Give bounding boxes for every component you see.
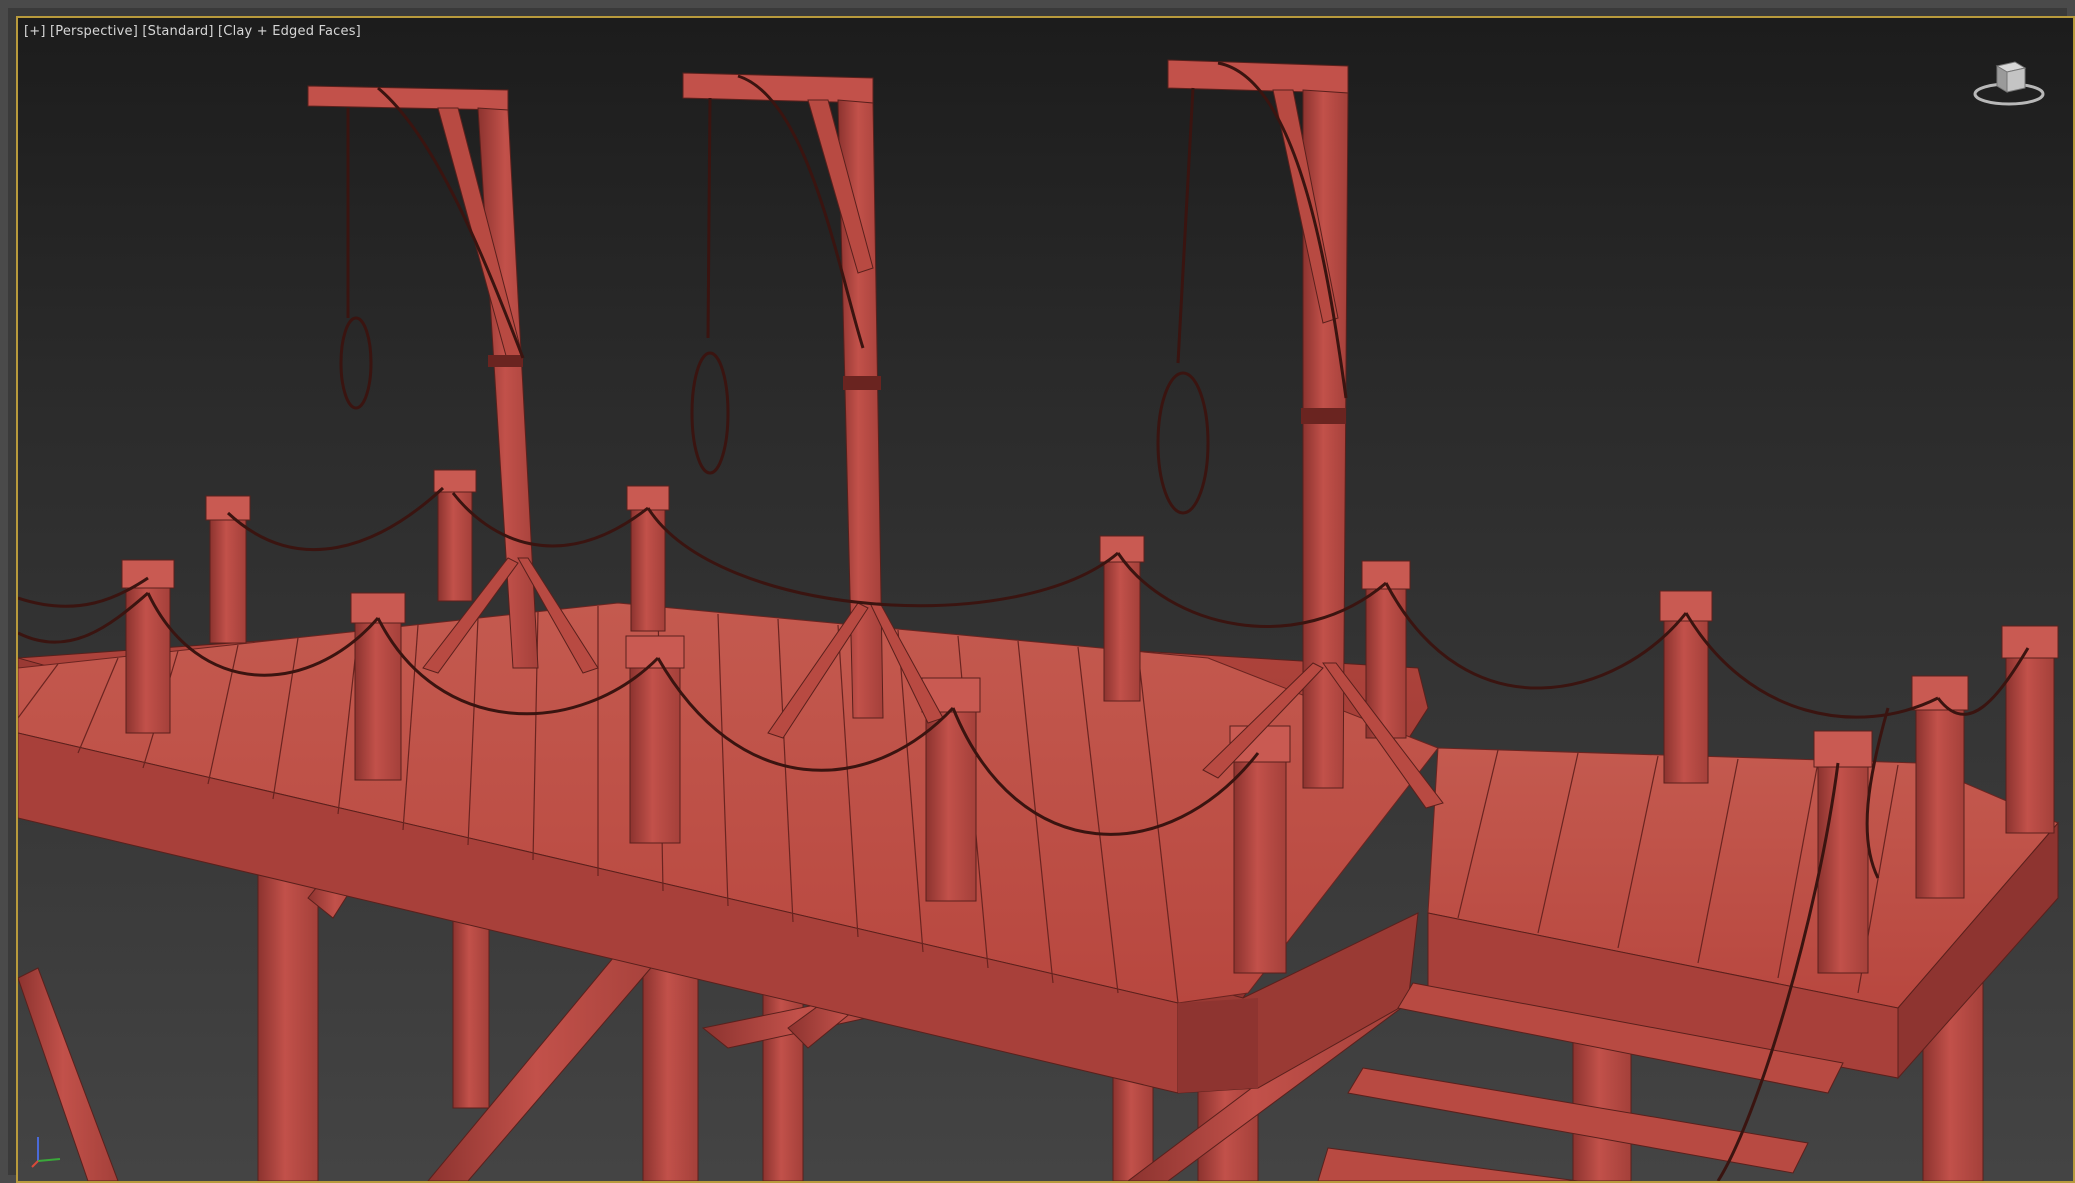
perspective-viewport[interactable]: [+] [Perspective] [Standard] [Clay + Edg… xyxy=(16,16,2075,1183)
deck-platform xyxy=(18,602,2059,1094)
axis-tripod-icon xyxy=(28,1131,68,1171)
app-frame: [+] [Perspective] [Standard] [Clay + Edg… xyxy=(0,0,2075,1183)
scene-3d-render xyxy=(18,59,2059,1181)
viewcube-icon[interactable] xyxy=(1971,54,2047,110)
